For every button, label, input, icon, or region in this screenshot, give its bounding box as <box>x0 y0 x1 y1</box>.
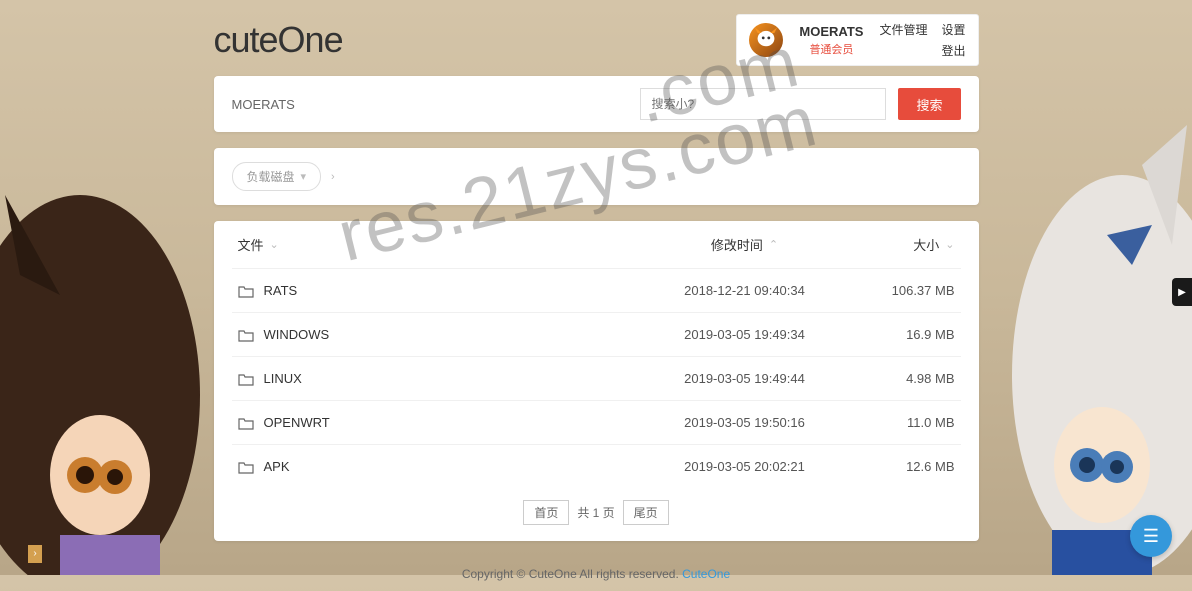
table-row[interactable]: RATS 2018-12-21 09:40:34106.37 MB <box>232 268 961 312</box>
file-size: 11.0 MB <box>845 415 955 430</box>
folder-icon <box>238 284 254 298</box>
mini-handle[interactable]: › <box>28 545 42 563</box>
menu-icon: ☰ <box>1143 526 1159 547</box>
footer: Copyright © CuteOne All rights reserved.… <box>214 557 979 591</box>
avatar[interactable] <box>749 23 783 57</box>
sort-icon: ⌄ <box>270 238 279 251</box>
col-date[interactable]: 修改时间⌃ <box>645 235 845 254</box>
folder-icon <box>238 460 254 474</box>
file-size: 16.9 MB <box>845 327 955 342</box>
breadcrumb[interactable]: MOERATS <box>232 97 629 112</box>
nav-settings[interactable]: 设置 <box>941 21 965 38</box>
table-row[interactable]: APK 2019-03-05 20:02:2112.6 MB <box>232 444 961 488</box>
bg-character-left <box>0 95 200 575</box>
file-date: 2019-03-05 20:02:21 <box>645 459 845 474</box>
file-list: 文件⌄ 修改时间⌃ 大小⌄ RATS 2018-12-21 09:40:34106… <box>214 221 979 541</box>
folder-icon <box>238 372 254 386</box>
file-name: OPENWRT <box>264 415 330 430</box>
crumb-bar: 负载磁盘 ▾ › <box>214 148 979 205</box>
file-date: 2019-03-05 19:50:16 <box>645 415 845 430</box>
footer-link[interactable]: CuteOne <box>682 567 730 581</box>
menu-fab[interactable]: ☰ <box>1130 515 1172 557</box>
file-size: 12.6 MB <box>845 459 955 474</box>
pager-info: 共 1 页 <box>577 504 614 521</box>
file-date: 2019-03-05 19:49:34 <box>645 327 845 342</box>
file-size: 4.98 MB <box>845 371 955 386</box>
file-size: 106.37 MB <box>845 283 955 298</box>
file-name: WINDOWS <box>264 327 330 342</box>
chevron-down-icon: ▾ <box>301 170 307 183</box>
user-box: MOERATS 普通会员 文件管理 设置 登出 <box>736 14 978 66</box>
file-name: APK <box>264 459 290 474</box>
search-bar: MOERATS 搜索 <box>214 76 979 132</box>
folder-icon <box>238 416 254 430</box>
table-row[interactable]: WINDOWS 2019-03-05 19:49:3416.9 MB <box>232 312 961 356</box>
nav-files[interactable]: 文件管理 <box>879 21 927 38</box>
file-date: 2019-03-05 19:49:44 <box>645 371 845 386</box>
folder-icon <box>238 328 254 342</box>
chevron-right-icon: › <box>331 171 335 183</box>
disk-label: 负载磁盘 <box>247 168 295 185</box>
file-name: RATS <box>264 283 298 298</box>
pager: 首页 共 1 页 尾页 <box>232 488 961 537</box>
search-input[interactable] <box>640 88 886 120</box>
file-name: LINUX <box>264 371 302 386</box>
table-row[interactable]: OPENWRT 2019-03-05 19:50:1611.0 MB <box>232 400 961 444</box>
side-handle[interactable]: ▶ <box>1172 278 1192 306</box>
sort-icon: ⌃ <box>769 238 778 251</box>
table-row[interactable]: LINUX 2019-03-05 19:49:444.98 MB <box>232 356 961 400</box>
logo[interactable]: cuteOne <box>214 19 343 61</box>
nav-logout[interactable]: 登出 <box>941 42 965 59</box>
bg-character-right <box>1012 95 1192 575</box>
username: MOERATS <box>799 24 863 39</box>
file-date: 2018-12-21 09:40:34 <box>645 283 845 298</box>
col-name[interactable]: 文件⌄ <box>238 235 645 254</box>
search-button[interactable]: 搜索 <box>898 88 960 120</box>
pager-last[interactable]: 尾页 <box>623 500 669 525</box>
disk-selector[interactable]: 负载磁盘 ▾ <box>232 162 322 191</box>
pager-first[interactable]: 首页 <box>523 500 569 525</box>
user-rank: 普通会员 <box>799 41 863 57</box>
col-size[interactable]: 大小⌄ <box>845 235 955 254</box>
sort-icon: ⌄ <box>945 238 954 251</box>
